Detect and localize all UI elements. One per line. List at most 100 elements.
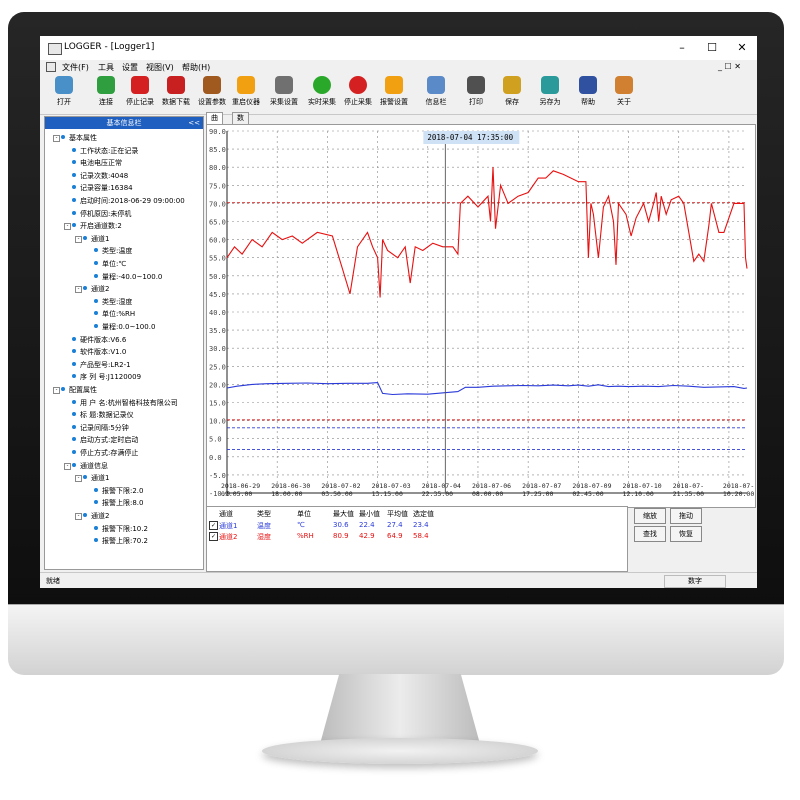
tree-node-label: 报警上限:70.2 xyxy=(102,537,148,546)
line-chart[interactable]: -10.0-5.00.05.010.015.020.025.030.035.04… xyxy=(207,125,755,507)
tree-node[interactable]: 量程:0.0~100.0 xyxy=(94,322,155,332)
tree-node[interactable]: 量程:-40.0~100.0 xyxy=(94,272,162,282)
tree-node[interactable]: 启动方式:定时启动 xyxy=(72,435,138,445)
tree-node[interactable]: 标 题:数据记录仪 xyxy=(72,410,134,420)
tree-node-label: 量程:-40.0~100.0 xyxy=(102,272,163,281)
maximize-button[interactable]: ☐ xyxy=(700,40,724,56)
tree-node-label: 报警下限:2.0 xyxy=(102,486,144,495)
tree-node[interactable]: 电池电压正常 xyxy=(72,158,122,168)
tree-node[interactable]: 开启通道数:2 xyxy=(72,221,122,231)
tab-data[interactable]: 数据 xyxy=(232,112,249,133)
table-cell-unit: %RH xyxy=(297,532,314,540)
table-cell-channel: 通道1 xyxy=(219,522,238,530)
tree-node[interactable]: 通道2 xyxy=(83,511,109,521)
zoom-button[interactable]: 缩放 xyxy=(634,508,666,524)
toolbar-button-15[interactable]: 关于 xyxy=(608,76,640,112)
minimize-button[interactable]: – xyxy=(670,40,694,56)
status-numlock: 数字 xyxy=(664,575,726,588)
tree-node-icon xyxy=(72,349,76,354)
tree-expander[interactable]: - xyxy=(64,462,71,470)
table-header: 通道 xyxy=(219,510,233,518)
y-tick-label: 40.0 xyxy=(209,309,226,317)
tree-node[interactable]: 记录间隔:5分钟 xyxy=(72,423,129,433)
menu-settings[interactable]: 设置 xyxy=(122,62,138,73)
table-cell-avg: 27.4 xyxy=(387,521,403,529)
find-button[interactable]: 查找 xyxy=(634,526,666,542)
toolbar-button-5[interactable]: 重启仪器 xyxy=(230,76,262,112)
toolbar-button-13[interactable]: 另存为 xyxy=(534,76,566,112)
tree-node[interactable]: 通道1 xyxy=(83,234,109,244)
x-tick-time: 22:35:00 xyxy=(422,490,453,498)
tree-expander[interactable]: - xyxy=(75,235,82,243)
x-tick-time: 10:20:00 xyxy=(723,490,754,498)
tree-node[interactable]: 启动时间:2018-06-29 09:00:00 xyxy=(72,196,185,206)
table-cell-sel: 23.4 xyxy=(413,521,429,529)
monitor-stand-base xyxy=(262,738,538,764)
tree-node[interactable]: 报警上限:8.0 xyxy=(94,498,144,508)
panel-collapse-button[interactable]: << xyxy=(188,117,200,129)
tree-node[interactable]: 报警下限:2.0 xyxy=(94,486,144,496)
tree-expander[interactable]: - xyxy=(53,387,60,394)
tree-node[interactable]: 用 户 名:杭州智格科技有限公司 xyxy=(72,398,178,408)
tree-node[interactable]: 类型:温度 xyxy=(94,246,132,256)
tree-node[interactable]: 通道1 xyxy=(83,473,109,483)
tab-curve[interactable]: 曲线 xyxy=(206,112,223,133)
tree-node[interactable]: 单位:℃ xyxy=(94,259,126,269)
tree-expander[interactable]: - xyxy=(75,286,82,294)
tree-node[interactable]: 通道信息 xyxy=(72,461,108,471)
table-cell-max: 80.9 xyxy=(333,532,349,540)
tree-node[interactable]: 类型:湿度 xyxy=(94,297,132,307)
drag-button[interactable]: 拖动 xyxy=(670,508,702,524)
tree-expander[interactable]: - xyxy=(75,475,82,483)
tree-node[interactable]: 软件版本:V1.0 xyxy=(72,347,126,357)
menu-view[interactable]: 视图(V) xyxy=(146,62,174,73)
tree-node[interactable]: 停机原因:未停机 xyxy=(72,209,131,219)
tree-expander[interactable]: - xyxy=(75,513,82,520)
menu-file[interactable]: 文件(F) xyxy=(62,62,89,73)
tree-node[interactable]: 产品型号:LR2-1 xyxy=(72,360,131,370)
close-button[interactable]: ✕ xyxy=(730,40,754,56)
tree-node[interactable]: 通道2 xyxy=(83,284,109,294)
tree-expander[interactable]: - xyxy=(53,135,60,142)
tree-node-icon xyxy=(83,513,87,517)
tree-node-label: 配置属性 xyxy=(69,386,97,394)
tree-node-label: 记录间隔:5分钟 xyxy=(80,423,129,432)
restore-button[interactable]: 恢复 xyxy=(670,526,702,542)
toolbar-button-12[interactable]: 保存 xyxy=(496,76,528,112)
tree-node[interactable]: 报警上限:70.2 xyxy=(94,536,148,546)
tree-node-icon xyxy=(72,374,76,379)
tree-node[interactable]: 配置属性 xyxy=(61,385,97,395)
channel-checkbox[interactable]: ✓ xyxy=(209,521,218,530)
menu-help[interactable]: 帮助(H) xyxy=(182,62,210,73)
stop-record-icon xyxy=(131,76,149,94)
y-tick-label: 80.0 xyxy=(209,164,226,172)
menu-tools[interactable]: 工具 xyxy=(98,62,114,73)
tree-node-icon xyxy=(61,135,65,139)
tree-node[interactable]: 报警下限:10.2 xyxy=(94,524,148,534)
tree-node[interactable]: 硬件版本:V6.6 xyxy=(72,335,126,345)
toolbar-button-0[interactable]: 打开 xyxy=(48,76,80,112)
y-tick-label: 50.0 xyxy=(209,273,226,281)
y-tick-label: 20.0 xyxy=(209,381,226,389)
tree-node[interactable]: 单位:%RH xyxy=(94,309,135,319)
toolbar-button-10[interactable]: 信息栏 xyxy=(420,76,452,112)
table-header: 最小值 xyxy=(359,510,380,518)
channel-checkbox[interactable]: ✓ xyxy=(209,532,218,541)
toolbar-button-9[interactable]: 报警设置 xyxy=(378,76,410,112)
tree-node[interactable]: 记录容量:16384 xyxy=(72,183,133,193)
table-cell-type: 湿度 xyxy=(257,533,271,541)
tree-node[interactable]: 序 列 号:J1120009 xyxy=(72,372,141,382)
tree-node-icon xyxy=(94,298,98,303)
tree-node[interactable]: 工作状态:正在记录 xyxy=(72,146,138,156)
toolbar-button-6[interactable]: 采集设置 xyxy=(268,76,300,112)
tree-node[interactable]: 记录次数:4048 xyxy=(72,171,128,181)
tree-node-label: 通道1 xyxy=(91,234,110,243)
tree-node[interactable]: 基本属性 xyxy=(61,133,97,143)
tree-node-icon xyxy=(72,437,76,442)
table-cell-max: 30.6 xyxy=(333,521,349,529)
tree-node[interactable]: 停止方式:存满停止 xyxy=(72,448,138,458)
tree-expander[interactable]: - xyxy=(64,223,71,231)
y-tick-label: 75.0 xyxy=(209,182,226,190)
stats-table: 通道 类型 单位 最大值 最小值 平均值 选定值 ✓ 通道1 温度 ℃ 30.6 22.4 27.4 23.… xyxy=(206,506,628,572)
mdi-window-controls[interactable]: _ ☐ ✕ xyxy=(718,62,741,71)
